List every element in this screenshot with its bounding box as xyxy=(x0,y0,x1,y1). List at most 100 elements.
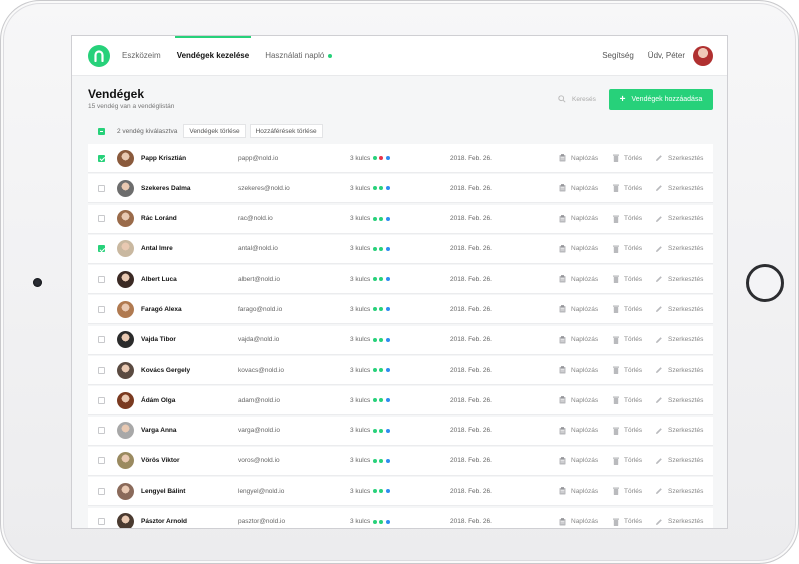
delete-button[interactable]: Törlés xyxy=(613,245,642,253)
row-checkbox[interactable] xyxy=(98,518,105,526)
delete-button[interactable]: Törlés xyxy=(613,487,642,496)
table-row[interactable]: Papp Krisztián papp@nold.io 3 kulcs 2018… xyxy=(88,144,713,172)
delete-button[interactable]: Törlés xyxy=(613,396,642,405)
add-guests-button[interactable]: + Vendégek hozzáadása xyxy=(609,89,713,110)
select-all-checkbox[interactable] xyxy=(98,127,105,135)
trash-icon xyxy=(613,245,619,253)
user-avatar[interactable] xyxy=(693,45,713,66)
guest-keys: 3 kulcs xyxy=(350,306,390,313)
clipboard-icon xyxy=(559,214,566,223)
table-row[interactable]: Ádám Olga adam@nold.io 3 kulcs 2018. Feb… xyxy=(88,386,713,415)
nav-item-guest-management-label: Vendégek kezelése xyxy=(176,51,250,60)
log-button[interactable]: Naplózás xyxy=(559,154,598,162)
pencil-icon xyxy=(656,458,662,464)
row-checkbox[interactable] xyxy=(98,427,105,435)
delete-button[interactable]: Törlés xyxy=(613,305,642,314)
edit-button[interactable]: Szerkesztés xyxy=(655,366,703,374)
edit-button[interactable]: Szerkesztés xyxy=(655,215,703,223)
key-status-dot xyxy=(379,337,384,342)
log-button[interactable]: Naplózás xyxy=(559,517,598,526)
table-row[interactable]: Kovács Gergely kovacs@nold.io 3 kulcs 20… xyxy=(88,356,713,385)
log-button[interactable]: Naplózás xyxy=(559,366,598,374)
edit-button[interactable]: Szerkesztés xyxy=(655,487,703,495)
delete-button[interactable]: Törlés xyxy=(613,184,643,193)
key-status-dot xyxy=(379,277,384,282)
log-label: Naplózás xyxy=(571,366,599,374)
table-row[interactable]: Faragó Alexa farago@nold.io 3 kulcs 2018… xyxy=(88,295,713,324)
keys-count: 3 kulcs xyxy=(350,487,371,495)
nav-item-guest-management[interactable]: Vendégek kezelése xyxy=(174,36,251,75)
keys-count: 3 kulcs xyxy=(350,518,371,526)
edit-button[interactable]: Szerkesztés xyxy=(655,396,703,404)
table-row[interactable]: Pásztor Arnold pasztor@nold.io 3 kulcs 2… xyxy=(88,507,713,528)
log-button[interactable]: Naplózás xyxy=(559,305,598,313)
delete-button[interactable]: Törlés xyxy=(613,336,642,344)
log-button[interactable]: Naplózás xyxy=(559,275,598,283)
guest-name: Albert Luca xyxy=(141,275,177,283)
row-checkbox[interactable] xyxy=(98,154,105,162)
edit-button[interactable]: Szerkesztés xyxy=(655,457,703,465)
nold-logo-icon[interactable] xyxy=(88,44,110,67)
keys-count: 3 kulcs xyxy=(350,215,371,223)
log-button[interactable]: Naplózás xyxy=(559,426,598,435)
row-checkbox[interactable] xyxy=(98,457,105,465)
delete-button[interactable]: Törlés xyxy=(613,457,642,465)
row-checkbox[interactable] xyxy=(98,245,105,253)
delete-guests-button[interactable]: Vendégek törlése xyxy=(183,124,246,138)
clipboard-icon xyxy=(559,335,566,344)
log-button[interactable]: Naplózás xyxy=(559,184,598,192)
log-button[interactable]: Naplózás xyxy=(559,214,598,223)
trash-icon xyxy=(613,366,619,375)
delete-access-button[interactable]: Hozzáférések törlése xyxy=(249,124,323,138)
guest-email: farago@nold.io xyxy=(238,305,283,313)
table-row[interactable]: Lengyel Bálint lengyel@nold.io 3 kulcs 2… xyxy=(88,477,713,506)
delete-button[interactable]: Törlés xyxy=(613,275,642,284)
row-checkbox[interactable] xyxy=(98,396,105,404)
key-status-dot xyxy=(379,368,384,373)
avatar xyxy=(117,240,134,258)
row-checkbox[interactable] xyxy=(98,184,105,192)
row-checkbox[interactable] xyxy=(98,336,105,344)
key-status-dot xyxy=(379,428,384,433)
edit-button[interactable]: Szerkesztés xyxy=(655,305,703,313)
table-row[interactable]: Rác Loránd rac@nold.io 3 kulcs 2018. Feb… xyxy=(88,204,713,233)
nav-item-devices-label: Eszközeim xyxy=(122,51,161,60)
row-checkbox[interactable] xyxy=(98,487,105,495)
table-row[interactable]: Szekeres Dalma szekeres@nold.io 3 kulcs … xyxy=(88,174,713,203)
delete-button[interactable]: Törlés xyxy=(613,154,642,162)
delete-button[interactable]: Törlés xyxy=(613,215,642,223)
edit-button[interactable]: Szerkesztés xyxy=(655,275,703,283)
edit-button[interactable]: Szerkesztés xyxy=(655,245,703,253)
edit-button[interactable]: Szerkesztés xyxy=(655,336,703,344)
row-checkbox[interactable] xyxy=(98,215,105,223)
edit-button[interactable]: Szerkesztés xyxy=(655,518,703,526)
delete-button[interactable]: Törlés xyxy=(613,366,642,375)
delete-button[interactable]: Törlés xyxy=(613,518,642,526)
table-row[interactable]: Vajda Tibor vajda@nold.io 3 kulcs 2018. … xyxy=(88,325,713,354)
search-box[interactable]: Keresés xyxy=(558,95,596,103)
row-checkbox[interactable] xyxy=(98,275,105,283)
home-button[interactable] xyxy=(746,264,784,302)
row-checkbox[interactable] xyxy=(98,366,105,374)
log-button[interactable]: Naplózás xyxy=(559,335,598,344)
edit-button[interactable]: Szerkesztés xyxy=(655,427,703,435)
edit-button[interactable]: Szerkesztés xyxy=(655,154,703,162)
log-button[interactable]: Naplózás xyxy=(559,245,598,253)
log-button[interactable]: Naplózás xyxy=(559,396,598,404)
table-row[interactable]: Antal Imre antal@nold.io 3 kulcs 2018. F… xyxy=(88,234,713,263)
help-link[interactable]: Segítség xyxy=(602,51,634,60)
log-button[interactable]: Naplózás xyxy=(559,457,598,465)
nav-item-usage-log[interactable]: Használati napló xyxy=(265,36,333,75)
table-row[interactable]: Albert Luca albert@nold.io 3 kulcs 2018.… xyxy=(88,265,713,294)
edit-button[interactable]: Szerkesztés xyxy=(655,184,703,192)
log-button[interactable]: Naplózás xyxy=(559,487,598,495)
table-row[interactable]: Varga Anna varga@nold.io 3 kulcs 2018. F… xyxy=(88,416,713,445)
table-row[interactable]: Vörös Viktor voros@nold.io 3 kulcs 2018.… xyxy=(88,446,713,475)
row-checkbox[interactable] xyxy=(98,305,105,313)
guest-email: antal@nold.io xyxy=(238,245,278,253)
pencil-icon xyxy=(656,306,662,313)
nav-item-devices[interactable]: Eszközeim xyxy=(122,36,161,75)
keys-count: 3 kulcs xyxy=(350,305,371,313)
delete-label: Törlés xyxy=(624,184,643,192)
delete-button[interactable]: Törlés xyxy=(613,427,642,435)
